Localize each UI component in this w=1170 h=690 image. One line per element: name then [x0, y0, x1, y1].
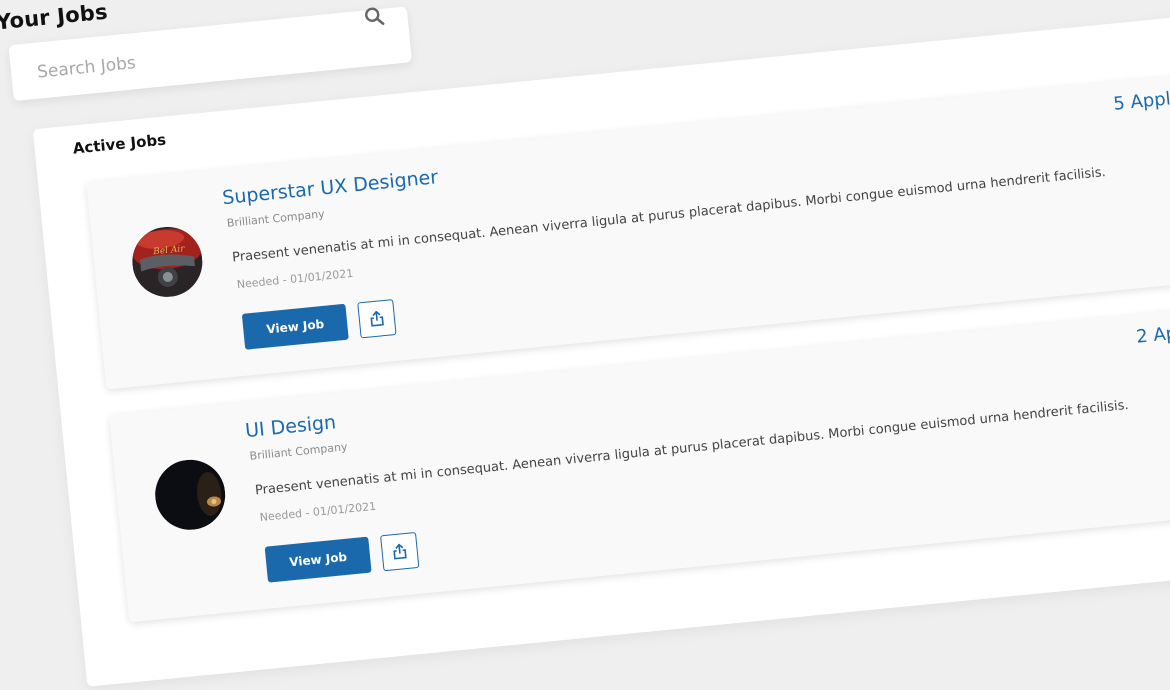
share-icon	[393, 543, 407, 560]
company-name: Brilliant Company	[226, 207, 326, 230]
share-button[interactable]	[357, 299, 397, 339]
section-title: Active Jobs	[71, 130, 167, 158]
applicants-link[interactable]: 5 Applicants	[1112, 83, 1170, 115]
job-description: Praesent venenatis at mi in consequat. A…	[254, 397, 1130, 499]
page-title: Your Jobs	[0, 0, 109, 35]
job-avatar	[151, 456, 229, 534]
active-jobs-panel: Active Jobs Bel Air Superstar UX Designe…	[32, 10, 1170, 687]
jobs-dashboard: Your Jobs Active Jobs Bel Air Supers	[0, 0, 1170, 687]
job-title[interactable]: UI Design	[244, 411, 337, 442]
view-job-button[interactable]: View Job	[264, 536, 372, 583]
applicants-link[interactable]: 2 Applicants	[1135, 316, 1170, 348]
search-input[interactable]	[34, 29, 359, 85]
needed-date: Needed - 01/01/2021	[259, 499, 377, 525]
needed-date: Needed - 01/01/2021	[236, 266, 354, 292]
view-job-button[interactable]: View Job	[241, 303, 349, 350]
share-icon	[370, 310, 384, 327]
share-button[interactable]	[380, 531, 420, 572]
job-title[interactable]: Superstar UX Designer	[221, 166, 439, 209]
job-avatar: Bel Air	[129, 223, 206, 301]
search-icon[interactable]	[362, 5, 386, 29]
company-name: Brilliant Company	[249, 440, 349, 463]
